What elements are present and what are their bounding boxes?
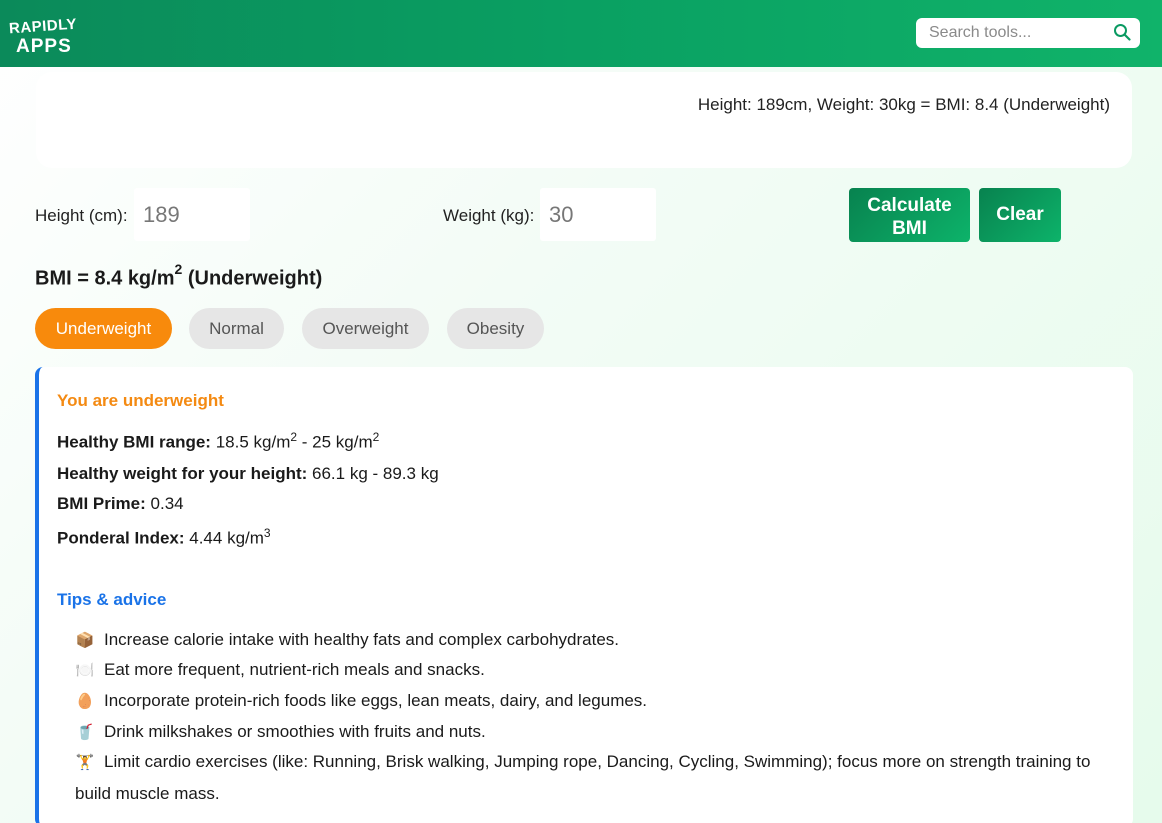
sup-3: 3: [263, 526, 271, 540]
tip-text: Incorporate protein-rich foods like eggs…: [104, 691, 648, 710]
tip-item: 🥚 Incorporate protein-rich foods like egg…: [75, 685, 1095, 717]
result-card: You are underweight Healthy BMI range: 1…: [35, 367, 1133, 823]
tip-item: 📦 Increase calorie intake with healthy fa…: [75, 624, 1095, 656]
bmi-result-sup: 2: [174, 261, 183, 277]
rapidly-apps-logo[interactable]: RAPIDLY APPS: [8, 15, 89, 59]
calculate-bmi-button[interactable]: Calculate BMI: [849, 188, 970, 242]
tip-text: Limit cardio exercises (like: Running, B…: [75, 752, 1091, 803]
ponderal-index-value: 4.44 kg/m: [184, 528, 264, 548]
category-obesity[interactable]: Obesity: [447, 308, 544, 349]
tip-item: 🍽️ Eat more frequent, nutrient-rich meals…: [75, 654, 1095, 686]
result-title: You are underweight: [57, 391, 224, 410]
healthy-bmi-range-row: Healthy BMI range: 18.5 kg/m2 - 25 kg/m2: [57, 430, 379, 453]
logo-line1: RAPIDLY: [8, 15, 78, 38]
healthy-weight-label: Healthy weight for your height:: [57, 464, 308, 483]
height-label: Height (cm):: [35, 206, 128, 225]
tip-item: 🥤 Drink milkshakes or smoothies with frui…: [75, 716, 1095, 748]
search-input[interactable]: [916, 18, 1106, 48]
healthy-bmi-range-value-b: - 25 kg/m: [297, 432, 373, 452]
healthy-bmi-range-label: Healthy BMI range:: [57, 432, 211, 452]
category-normal[interactable]: Normal: [189, 308, 284, 349]
ponderal-index-label: Ponderal Index:: [57, 528, 185, 548]
weightlifter-icon: 🏋️: [75, 754, 95, 771]
bmi-result-heading: BMI = 8.4 kg/m2 (Underweight): [35, 261, 323, 291]
tip-text: Drink milkshakes or smoothies with fruit…: [104, 722, 486, 741]
app-header: RAPIDLY APPS: [0, 0, 1162, 67]
cup-icon: 🥤: [75, 724, 95, 741]
summary-text: Height: 189cm, Weight: 30kg = BMI: 8.4 (…: [697, 95, 1110, 114]
weight-input[interactable]: [540, 188, 656, 241]
bmi-prime-label: BMI Prime:: [57, 494, 146, 513]
tips-title: Tips & advice: [57, 590, 167, 609]
clear-button[interactable]: Clear: [979, 188, 1061, 242]
healthy-bmi-range-value-a: 18.5 kg/m: [210, 432, 291, 452]
bmi-result-value: BMI = 8.4 kg/m: [35, 267, 175, 290]
height-input[interactable]: [134, 188, 250, 241]
bmi-prime-row: BMI Prime: 0.34: [57, 494, 184, 514]
egg-icon: 🥚: [75, 693, 95, 710]
bmi-result-category: (Underweight): [182, 267, 323, 290]
ponderal-index-row: Ponderal Index: 4.44 kg/m3: [57, 526, 271, 549]
search-box: [916, 18, 1140, 48]
plate-icon: 🍽️: [75, 662, 95, 679]
sup-2b: 2: [372, 430, 380, 444]
package-icon: 📦: [75, 632, 95, 649]
tip-item: 🏋️ Limit cardio exercises (like: Running,…: [75, 746, 1095, 809]
weight-label: Weight (kg):: [443, 206, 535, 225]
category-underweight[interactable]: Underweight: [35, 308, 172, 349]
category-overweight[interactable]: Overweight: [302, 308, 429, 349]
logo-line2: APPS: [16, 36, 72, 57]
summary-card: Height: 189cm, Weight: 30kg = BMI: 8.4 (…: [36, 72, 1132, 168]
healthy-weight-row: Healthy weight for your height: 66.1 kg …: [57, 464, 439, 484]
healthy-weight-value: 66.1 kg - 89.3 kg: [307, 464, 439, 483]
calculate-label-line2: BMI: [892, 218, 927, 239]
bmi-prime-value: 0.34: [145, 494, 184, 513]
tip-text: Eat more frequent, nutrient-rich meals a…: [104, 660, 485, 679]
calculate-label-line1: Calculate: [867, 195, 952, 216]
search-icon[interactable]: [1113, 23, 1131, 41]
tip-text: Increase calorie intake with healthy fat…: [104, 630, 619, 649]
